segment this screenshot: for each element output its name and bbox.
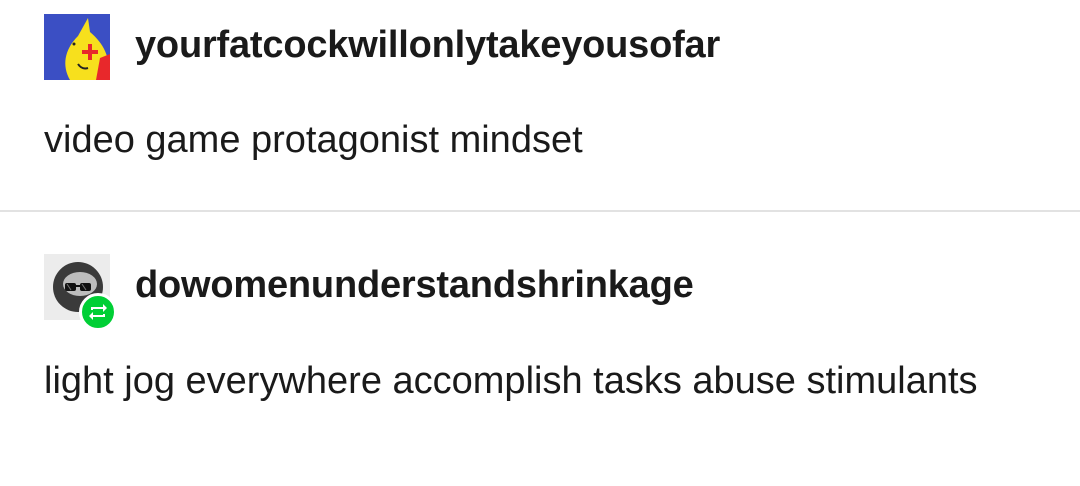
post-body-text: light jog everywhere accomplish tasks ab…: [44, 360, 978, 402]
reblog-icon: [89, 304, 107, 320]
avatar-yourfatcockwillonlytakeyousofar[interactable]: [44, 14, 110, 80]
post-2: dowomenunderstandshrinkage light jog eve…: [0, 212, 1080, 486]
yellow-cartoon-avatar-icon: [44, 14, 110, 80]
post-1: yourfatcockwillonlytakeyousofar video ga…: [0, 0, 1080, 210]
post-username[interactable]: yourfatcockwillonlytakeyousofar: [135, 22, 720, 68]
post-body-text: video game protagonist mindset: [44, 119, 583, 161]
reblog-badge: [79, 293, 117, 331]
post-username[interactable]: dowomenunderstandshrinkage: [135, 262, 694, 308]
